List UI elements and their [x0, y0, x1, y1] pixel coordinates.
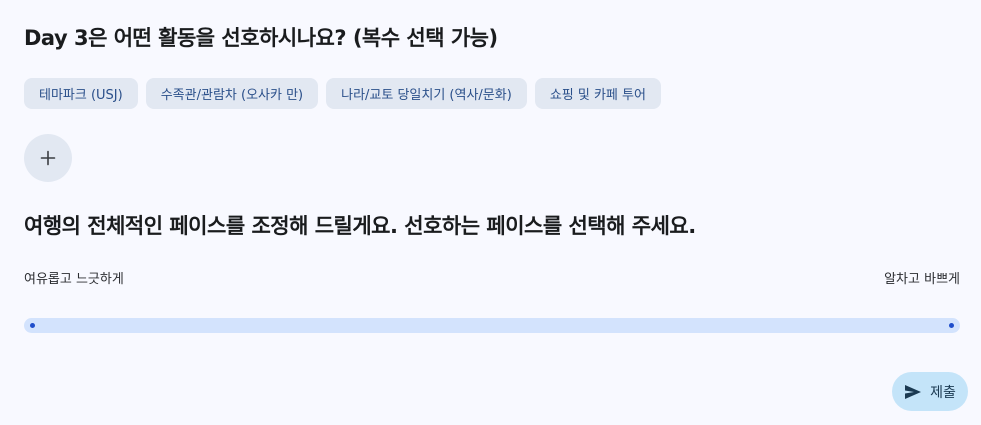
- send-icon: [905, 384, 922, 399]
- pace-min-label: 여유롭고 느긋하게: [24, 272, 124, 287]
- plus-icon: [40, 150, 56, 166]
- add-option-button[interactable]: [24, 134, 72, 182]
- pace-question-title: 여행의 전체적인 페이스를 조정해 드릴게요. 선호하는 페이스를 선택해 주세…: [24, 214, 696, 238]
- slider-start-tick: [30, 323, 35, 328]
- submit-button[interactable]: 제출: [892, 372, 968, 411]
- option-chip-nara-kyoto[interactable]: 나라/교토 당일치기 (역사/문화): [326, 78, 527, 109]
- pace-slider[interactable]: [24, 318, 960, 333]
- option-chip-theme-park[interactable]: 테마파크 (USJ): [24, 78, 138, 109]
- option-chip-shopping-cafe[interactable]: 쇼핑 및 카페 투어: [534, 78, 661, 109]
- pace-max-label: 알차고 바쁘게: [884, 272, 960, 287]
- survey-page: Day 3은 어떤 활동을 선호하시나요? (복수 선택 가능) 테마파크 (U…: [0, 0, 981, 425]
- option-chip-aquarium[interactable]: 수족관/관람차 (오사카 만): [145, 78, 319, 109]
- submit-label: 제출: [930, 384, 956, 401]
- activity-options: 테마파크 (USJ) 수족관/관람차 (오사카 만) 나라/교토 당일치기 (역…: [24, 78, 661, 109]
- activity-question-title: Day 3은 어떤 활동을 선호하시나요? (복수 선택 가능): [24, 26, 498, 50]
- slider-end-tick: [949, 323, 954, 328]
